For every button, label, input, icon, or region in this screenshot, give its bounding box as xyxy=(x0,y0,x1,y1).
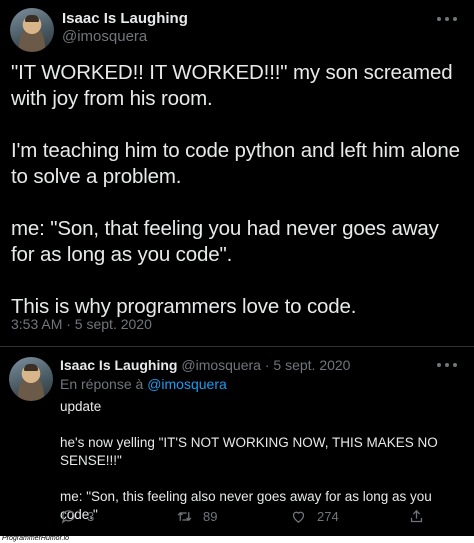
replying-to-line: En réponse à @imosquera xyxy=(60,376,227,392)
share-action[interactable] xyxy=(408,508,425,525)
author-handle[interactable]: @imosquera xyxy=(62,28,147,45)
divider xyxy=(0,346,474,347)
author-avatar[interactable] xyxy=(10,8,54,52)
share-icon xyxy=(410,509,423,523)
retweet-action[interactable]: 89 xyxy=(176,508,217,525)
reply-action[interactable]: 3 xyxy=(60,508,94,525)
retweet-icon xyxy=(177,512,192,521)
heart-icon xyxy=(292,511,305,523)
reply-count: 3 xyxy=(87,509,95,524)
retweet-count: 89 xyxy=(203,509,218,524)
comment-icon xyxy=(61,510,75,524)
reply-author-avatar[interactable] xyxy=(9,357,53,401)
reply-date[interactable]: 5 sept. 2020 xyxy=(273,357,350,373)
watermark-text: ProgrammerHumor.io xyxy=(2,535,70,542)
reply-author-handle[interactable]: @imosquera xyxy=(181,357,261,373)
reply-author-name[interactable]: Isaac Is Laughing xyxy=(60,357,177,373)
reply-more-horizontal-icon[interactable] xyxy=(437,363,457,369)
reply-separator: · xyxy=(264,357,270,373)
reply-header: Isaac Is Laughing @imosquera · 5 sept. 2… xyxy=(60,357,350,373)
watermark-bar: ProgrammerHumor.io xyxy=(0,535,474,543)
tweet-timestamp[interactable]: 3:53 AM · 5 sept. 2020 xyxy=(11,316,152,332)
reply-actions: 3 89 274 xyxy=(60,508,440,528)
tweet-text: "IT WORKED!! IT WORKED!!!" my son scream… xyxy=(11,61,460,318)
like-action[interactable]: 274 xyxy=(290,508,339,525)
replying-to-mention[interactable]: @imosquera xyxy=(147,376,227,392)
like-count: 274 xyxy=(317,509,339,524)
reply-text: update he's now yelling "IT'S NOT WORKIN… xyxy=(60,399,438,522)
author-name[interactable]: Isaac Is Laughing xyxy=(62,10,188,27)
replying-prefix: En réponse à xyxy=(60,376,144,392)
more-horizontal-icon[interactable] xyxy=(437,17,457,23)
